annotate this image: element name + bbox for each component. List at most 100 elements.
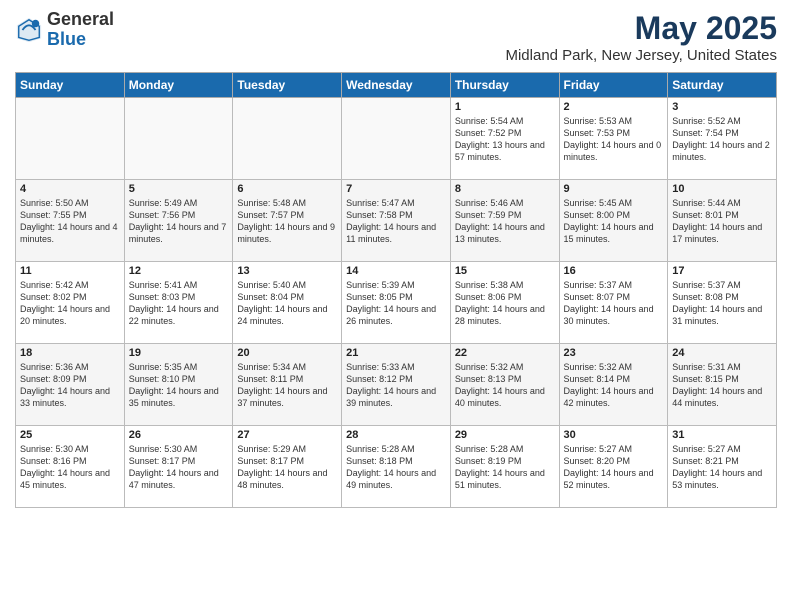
day-info: Sunrise: 5:39 AM Sunset: 8:05 PM Dayligh…	[346, 279, 446, 328]
day-info: Sunrise: 5:28 AM Sunset: 8:18 PM Dayligh…	[346, 443, 446, 492]
day-number: 12	[129, 265, 229, 277]
day-cell: 24 Sunrise: 5:31 AM Sunset: 8:15 PM Dayli…	[668, 344, 777, 426]
week-row-2: 4Sunrise: 5:50 AM Sunset: 7:55 PM Daylig…	[16, 180, 777, 262]
day-info: Sunrise: 5:27 AM Sunset: 8:21 PM Dayligh…	[672, 443, 772, 492]
logo-text: General Blue	[47, 10, 114, 50]
week-row-4: 18Sunrise: 5:36 AM Sunset: 8:09 PM Dayli…	[16, 344, 777, 426]
day-number: 13	[237, 265, 337, 277]
day-info: Sunrise: 5:32 AM Sunset: 8:14 PM Dayligh…	[564, 361, 664, 410]
col-header-monday: Monday	[124, 73, 233, 98]
day-number: 1	[455, 101, 555, 113]
day-number: 5	[129, 183, 229, 195]
day-info: Sunrise: 5:48 AM Sunset: 7:57 PM Dayligh…	[237, 197, 337, 246]
logo: General Blue	[15, 10, 114, 50]
col-header-thursday: Thursday	[450, 73, 559, 98]
day-number: 7	[346, 183, 446, 195]
day-number: 25	[20, 429, 120, 441]
day-cell: 15Sunrise: 5:38 AM Sunset: 8:06 PM Dayli…	[450, 262, 559, 344]
day-cell: 10 Sunrise: 5:44 AM Sunset: 8:01 PM Dayli…	[668, 180, 777, 262]
subtitle: Midland Park, New Jersey, United States	[505, 47, 777, 64]
day-cell: 9 Sunrise: 5:45 AM Sunset: 8:00 PM Daylig…	[559, 180, 668, 262]
day-info: Sunrise: 5:45 AM Sunset: 8:00 PM Dayligh…	[564, 197, 664, 246]
col-header-saturday: Saturday	[668, 73, 777, 98]
day-cell: 16 Sunrise: 5:37 AM Sunset: 8:07 PM Dayli…	[559, 262, 668, 344]
day-number: 21	[346, 347, 446, 359]
day-cell	[233, 98, 342, 180]
day-cell: 22 Sunrise: 5:32 AM Sunset: 8:13 PM Dayli…	[450, 344, 559, 426]
day-cell: 29Sunrise: 5:28 AM Sunset: 8:19 PM Dayli…	[450, 426, 559, 508]
day-number: 27	[237, 429, 337, 441]
day-number: 3	[672, 101, 772, 113]
day-info: Sunrise: 5:37 AM Sunset: 8:07 PM Dayligh…	[564, 279, 664, 328]
day-cell: 17Sunrise: 5:37 AM Sunset: 8:08 PM Dayli…	[668, 262, 777, 344]
day-number: 9	[564, 183, 664, 195]
day-cell: 27Sunrise: 5:29 AM Sunset: 8:17 PM Dayli…	[233, 426, 342, 508]
day-number: 28	[346, 429, 446, 441]
calendar-table: SundayMondayTuesdayWednesdayThursdayFrid…	[15, 72, 777, 508]
day-cell: 4Sunrise: 5:50 AM Sunset: 7:55 PM Daylig…	[16, 180, 125, 262]
day-info: Sunrise: 5:28 AM Sunset: 8:19 PM Dayligh…	[455, 443, 555, 492]
day-info: Sunrise: 5:44 AM Sunset: 8:01 PM Dayligh…	[672, 197, 772, 246]
col-header-sunday: Sunday	[16, 73, 125, 98]
col-header-friday: Friday	[559, 73, 668, 98]
day-cell: 8Sunrise: 5:46 AM Sunset: 7:59 PM Daylig…	[450, 180, 559, 262]
day-info: Sunrise: 5:42 AM Sunset: 8:02 PM Dayligh…	[20, 279, 120, 328]
day-info: Sunrise: 5:40 AM Sunset: 8:04 PM Dayligh…	[237, 279, 337, 328]
day-cell: 1Sunrise: 5:54 AM Sunset: 7:52 PM Daylig…	[450, 98, 559, 180]
day-cell	[124, 98, 233, 180]
day-number: 23	[564, 347, 664, 359]
day-cell: 7Sunrise: 5:47 AM Sunset: 7:58 PM Daylig…	[342, 180, 451, 262]
day-info: Sunrise: 5:52 AM Sunset: 7:54 PM Dayligh…	[672, 115, 772, 164]
day-number: 19	[129, 347, 229, 359]
day-info: Sunrise: 5:27 AM Sunset: 8:20 PM Dayligh…	[564, 443, 664, 492]
main-title: May 2025	[505, 10, 777, 47]
day-cell: 11Sunrise: 5:42 AM Sunset: 8:02 PM Dayli…	[16, 262, 125, 344]
week-row-3: 11Sunrise: 5:42 AM Sunset: 8:02 PM Dayli…	[16, 262, 777, 344]
day-info: Sunrise: 5:32 AM Sunset: 8:13 PM Dayligh…	[455, 361, 555, 410]
title-block: May 2025 Midland Park, New Jersey, Unite…	[505, 10, 777, 64]
day-cell: 14 Sunrise: 5:39 AM Sunset: 8:05 PM Dayli…	[342, 262, 451, 344]
week-row-5: 25Sunrise: 5:30 AM Sunset: 8:16 PM Dayli…	[16, 426, 777, 508]
day-info: Sunrise: 5:49 AM Sunset: 7:56 PM Dayligh…	[129, 197, 229, 246]
day-info: Sunrise: 5:31 AM Sunset: 8:15 PM Dayligh…	[672, 361, 772, 410]
day-cell: 19 Sunrise: 5:35 AM Sunset: 8:10 PM Dayli…	[124, 344, 233, 426]
day-info: Sunrise: 5:34 AM Sunset: 8:11 PM Dayligh…	[237, 361, 337, 410]
day-cell: 31Sunrise: 5:27 AM Sunset: 8:21 PM Dayli…	[668, 426, 777, 508]
day-cell: 20 Sunrise: 5:34 AM Sunset: 8:11 PM Dayli…	[233, 344, 342, 426]
logo-icon	[15, 16, 43, 44]
day-cell: 30 Sunrise: 5:27 AM Sunset: 8:20 PM Dayli…	[559, 426, 668, 508]
day-number: 6	[237, 183, 337, 195]
day-cell: 13 Sunrise: 5:40 AM Sunset: 8:04 PM Dayli…	[233, 262, 342, 344]
col-header-tuesday: Tuesday	[233, 73, 342, 98]
day-number: 20	[237, 347, 337, 359]
day-cell: 23 Sunrise: 5:32 AM Sunset: 8:14 PM Dayli…	[559, 344, 668, 426]
day-info: Sunrise: 5:41 AM Sunset: 8:03 PM Dayligh…	[129, 279, 229, 328]
day-cell: 5 Sunrise: 5:49 AM Sunset: 7:56 PM Daylig…	[124, 180, 233, 262]
day-cell: 25Sunrise: 5:30 AM Sunset: 8:16 PM Dayli…	[16, 426, 125, 508]
logo-blue-text: Blue	[47, 29, 86, 49]
day-cell: 12 Sunrise: 5:41 AM Sunset: 8:03 PM Dayli…	[124, 262, 233, 344]
day-info: Sunrise: 5:35 AM Sunset: 8:10 PM Dayligh…	[129, 361, 229, 410]
day-info: Sunrise: 5:37 AM Sunset: 8:08 PM Dayligh…	[672, 279, 772, 328]
day-number: 16	[564, 265, 664, 277]
day-cell	[342, 98, 451, 180]
day-number: 14	[346, 265, 446, 277]
day-info: Sunrise: 5:50 AM Sunset: 7:55 PM Dayligh…	[20, 197, 120, 246]
week-row-1: 1Sunrise: 5:54 AM Sunset: 7:52 PM Daylig…	[16, 98, 777, 180]
day-cell: 3 Sunrise: 5:52 AM Sunset: 7:54 PM Daylig…	[668, 98, 777, 180]
day-info: Sunrise: 5:30 AM Sunset: 8:17 PM Dayligh…	[129, 443, 229, 492]
day-number: 22	[455, 347, 555, 359]
day-cell: 2Sunrise: 5:53 AM Sunset: 7:53 PM Daylig…	[559, 98, 668, 180]
day-info: Sunrise: 5:38 AM Sunset: 8:06 PM Dayligh…	[455, 279, 555, 328]
day-number: 18	[20, 347, 120, 359]
day-number: 24	[672, 347, 772, 359]
day-info: Sunrise: 5:33 AM Sunset: 8:12 PM Dayligh…	[346, 361, 446, 410]
day-number: 30	[564, 429, 664, 441]
day-cell: 21 Sunrise: 5:33 AM Sunset: 8:12 PM Dayli…	[342, 344, 451, 426]
day-cell	[16, 98, 125, 180]
header: General Blue May 2025 Midland Park, New …	[15, 10, 777, 64]
day-number: 10	[672, 183, 772, 195]
day-cell: 26 Sunrise: 5:30 AM Sunset: 8:17 PM Dayli…	[124, 426, 233, 508]
logo-general-text: General	[47, 9, 114, 29]
day-number: 26	[129, 429, 229, 441]
